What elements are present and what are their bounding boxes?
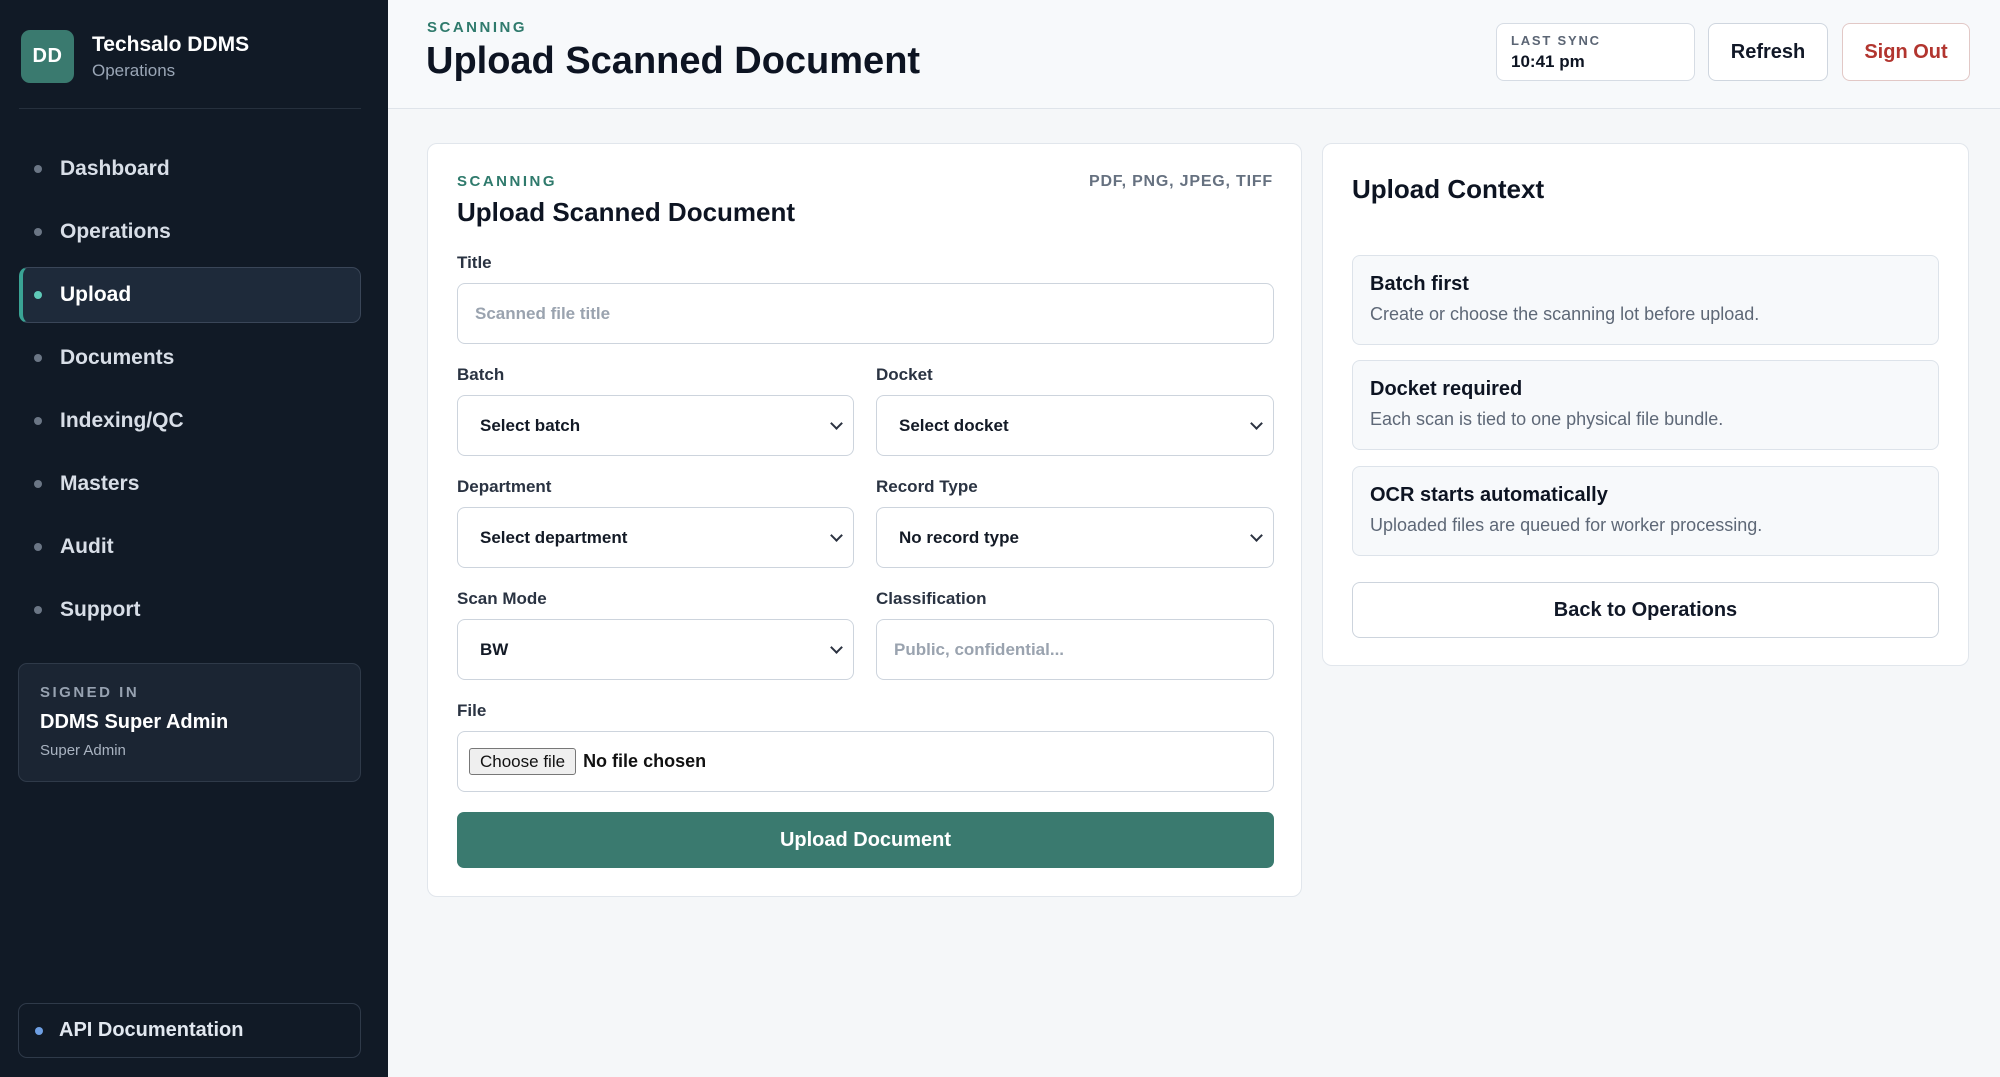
chevron-down-icon [1250, 529, 1263, 542]
brand-name: Techsalo DDMS [92, 32, 250, 56]
sidebar-item-support[interactable]: Support [19, 582, 361, 638]
form-eyebrow: SCANNING [457, 173, 558, 190]
sidebar-item-documents[interactable]: Documents [19, 330, 361, 386]
sidebar-item-audit[interactable]: Audit [19, 519, 361, 575]
file-label: File [457, 701, 487, 720]
back-to-operations-button[interactable]: Back to Operations [1352, 582, 1939, 638]
sidebar-item-label: Indexing/QC [60, 409, 184, 432]
accepted-file-types: PDF, PNG, JPEG, TIFF [1088, 173, 1273, 190]
sidebar-item-dashboard[interactable]: Dashboard [19, 141, 361, 197]
last-sync-time: 10:41 pm [1511, 52, 1585, 71]
docket-selected-value: Select docket [899, 415, 1009, 435]
sidebar-item-label: Upload [60, 283, 132, 306]
bullet-icon [34, 291, 42, 299]
page-title: Upload Scanned Document [426, 40, 921, 82]
last-sync-label: LAST SYNC [1511, 33, 1601, 48]
docket-label: Docket [876, 365, 933, 384]
scan-mode-select[interactable]: BW [457, 619, 854, 680]
sidebar-item-label: Support [60, 598, 141, 621]
batch-select[interactable]: Select batch [457, 395, 854, 456]
bullet-icon [34, 606, 42, 614]
sidebar-item-label: Documents [60, 346, 175, 369]
refresh-button[interactable]: Refresh [1708, 23, 1828, 81]
context-item-description: Uploaded files are queued for worker pro… [1370, 515, 1763, 535]
user-role: Super Admin [40, 742, 126, 759]
sidebar-item-label: Operations [60, 220, 171, 243]
last-sync-badge: LAST SYNC 10:41 pm [1496, 23, 1695, 81]
sidebar: DD Techsalo DDMS Operations Dashboard Op… [0, 0, 388, 1077]
sign-out-button[interactable]: Sign Out [1842, 23, 1970, 81]
chevron-down-icon [830, 529, 843, 542]
upload-context-card: Upload Context Batch first Create or cho… [1322, 143, 1969, 666]
bullet-icon [34, 228, 42, 236]
department-selected-value: Select department [480, 527, 628, 547]
bullet-icon [34, 480, 42, 488]
bullet-icon [34, 543, 42, 551]
user-name: DDMS Super Admin [40, 711, 229, 733]
context-item-title: Batch first [1370, 273, 1469, 295]
chevron-down-icon [1250, 417, 1263, 430]
context-item: Batch first Create or choose the scannin… [1352, 255, 1939, 345]
file-input: Choose file No file chosen [457, 731, 1274, 792]
signed-in-panel: SIGNED IN DDMS Super Admin Super Admin [18, 663, 361, 782]
sidebar-item-label: Audit [60, 535, 114, 558]
header-eyebrow: SCANNING [427, 19, 528, 36]
sidebar-item-operations[interactable]: Operations [19, 204, 361, 260]
scan-mode-selected-value: BW [480, 639, 509, 659]
bullet-icon [34, 354, 42, 362]
context-item-description: Create or choose the scanning lot before… [1370, 304, 1760, 324]
api-documentation-label: API Documentation [59, 1019, 244, 1041]
brand-text: Techsalo DDMS Operations [92, 32, 249, 82]
page-header: SCANNING Upload Scanned Document LAST SY… [388, 0, 2000, 109]
divider [19, 108, 361, 109]
context-item-title: Docket required [1370, 378, 1523, 400]
brand: DD Techsalo DDMS Operations [21, 30, 249, 83]
classification-label: Classification [876, 589, 987, 608]
chevron-down-icon [830, 417, 843, 430]
title-label: Title [457, 253, 492, 272]
context-item-title: OCR starts automatically [1370, 484, 1608, 506]
brand-subtitle: Operations [92, 60, 176, 80]
docket-select[interactable]: Select docket [876, 395, 1274, 456]
upload-form-card: SCANNING PDF, PNG, JPEG, TIFF Upload Sca… [427, 143, 1302, 897]
bullet-icon [35, 1026, 43, 1035]
choose-file-button[interactable]: Choose file [469, 748, 577, 775]
department-label: Department [457, 477, 552, 496]
bullet-icon [34, 165, 42, 173]
scan-mode-label: Scan Mode [457, 589, 547, 608]
context-item-description: Each scan is tied to one physical file b… [1370, 409, 1724, 429]
context-item: OCR starts automatically Uploaded files … [1352, 466, 1939, 556]
sidebar-item-label: Masters [60, 472, 140, 495]
batch-label: Batch [457, 365, 505, 384]
bullet-icon [34, 417, 42, 425]
brand-logo: DD [21, 30, 74, 83]
sidebar-item-upload[interactable]: Upload [19, 267, 361, 323]
chevron-down-icon [830, 641, 843, 654]
classification-input[interactable]: Public, confidential... [876, 619, 1274, 680]
department-select[interactable]: Select department [457, 507, 854, 568]
title-placeholder: Scanned file title [475, 303, 611, 323]
form-title: Upload Scanned Document [457, 197, 796, 227]
api-documentation-link[interactable]: API Documentation [18, 1003, 361, 1058]
context-item: Docket required Each scan is tied to one… [1352, 360, 1939, 450]
signed-in-label: SIGNED IN [40, 684, 140, 701]
sidebar-item-indexing-qc[interactable]: Indexing/QC [19, 393, 361, 449]
upload-document-button[interactable]: Upload Document [457, 812, 1274, 868]
sidebar-nav: Dashboard Operations Upload Documents In… [19, 141, 361, 645]
sidebar-item-label: Dashboard [60, 157, 170, 180]
record-type-label: Record Type [876, 477, 978, 496]
title-input[interactable]: Scanned file title [457, 283, 1274, 344]
context-title: Upload Context [1352, 174, 1545, 204]
record-type-selected-value: No record type [899, 527, 1019, 547]
record-type-select[interactable]: No record type [876, 507, 1274, 568]
batch-selected-value: Select batch [480, 415, 581, 435]
sidebar-item-masters[interactable]: Masters [19, 456, 361, 512]
file-status: No file chosen [583, 751, 707, 771]
classification-placeholder: Public, confidential... [894, 639, 1065, 659]
